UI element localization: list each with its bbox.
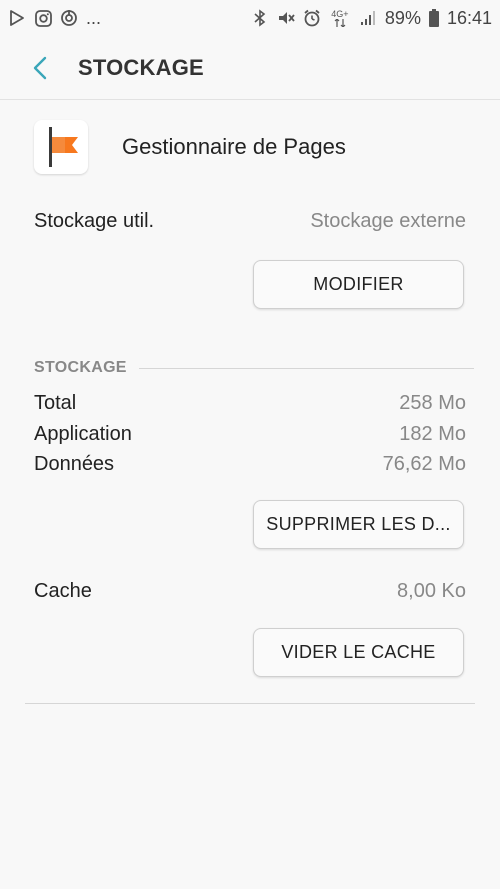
network-type-icon: 4G+	[329, 9, 351, 27]
chevron-left-icon	[33, 56, 47, 80]
storage-section-header: STOCKAGE	[34, 358, 474, 378]
application-value: 182 Mo	[399, 423, 466, 445]
section-divider	[138, 367, 474, 369]
app-bar: STOCKAGE	[0, 36, 500, 100]
storage-section-title: STOCKAGE	[34, 359, 127, 376]
back-button[interactable]	[20, 48, 60, 88]
storage-used-value: Stockage externe	[310, 210, 466, 232]
app-info: Gestionnaire de Pages	[34, 120, 346, 174]
battery-icon	[428, 9, 439, 27]
total-label: Total	[34, 392, 77, 414]
cache-value: 8,00 Ko	[397, 580, 466, 602]
page-title: STOCKAGE	[78, 55, 204, 80]
status-bar-right: 4G+ 89% 16:41	[251, 8, 492, 29]
bluetooth-icon	[251, 9, 269, 27]
status-bar-left: ...	[8, 8, 101, 29]
signal-icon	[359, 9, 377, 27]
app-icon	[34, 120, 88, 174]
data-value: 76,62 Mo	[382, 453, 466, 475]
cache-row: Cache 8,00 Ko	[34, 580, 466, 603]
application-label: Application	[34, 423, 132, 445]
total-value: 258 Mo	[399, 392, 466, 414]
cache-label: Cache	[34, 580, 92, 602]
flag-icon	[49, 127, 78, 167]
bottom-divider	[25, 703, 475, 704]
mute-icon	[277, 9, 295, 27]
header-divider	[0, 99, 500, 100]
clear-data-button[interactable]: SUPPRIMER LES D...	[253, 500, 464, 549]
alarm-icon	[303, 9, 321, 27]
data-label: Données	[34, 453, 115, 475]
storage-row-application: Application 182 Mo	[34, 423, 466, 446]
battery-percentage: 89%	[384, 7, 421, 28]
clear-cache-button[interactable]: VIDER LE CACHE	[253, 628, 464, 677]
clock: 16:41	[446, 7, 492, 28]
storage-used-label: Stockage util.	[34, 210, 155, 232]
status-more: ...	[86, 7, 102, 28]
play-store-icon	[8, 9, 26, 27]
instagram-icon	[34, 9, 52, 27]
modify-button[interactable]: MODIFIER	[253, 260, 464, 309]
storage-row-total: Total 258 Mo	[34, 392, 466, 415]
storage-row-data: Données 76,62 Mo	[34, 453, 466, 476]
storage-used-row: Stockage util. Stockage externe	[34, 210, 466, 233]
app-name: Gestionnaire de Pages	[122, 134, 346, 159]
status-bar: ... 4G+ 89% 16:41	[0, 0, 500, 36]
network-type-label: 4G+	[331, 8, 349, 19]
sync-icon	[60, 9, 78, 27]
